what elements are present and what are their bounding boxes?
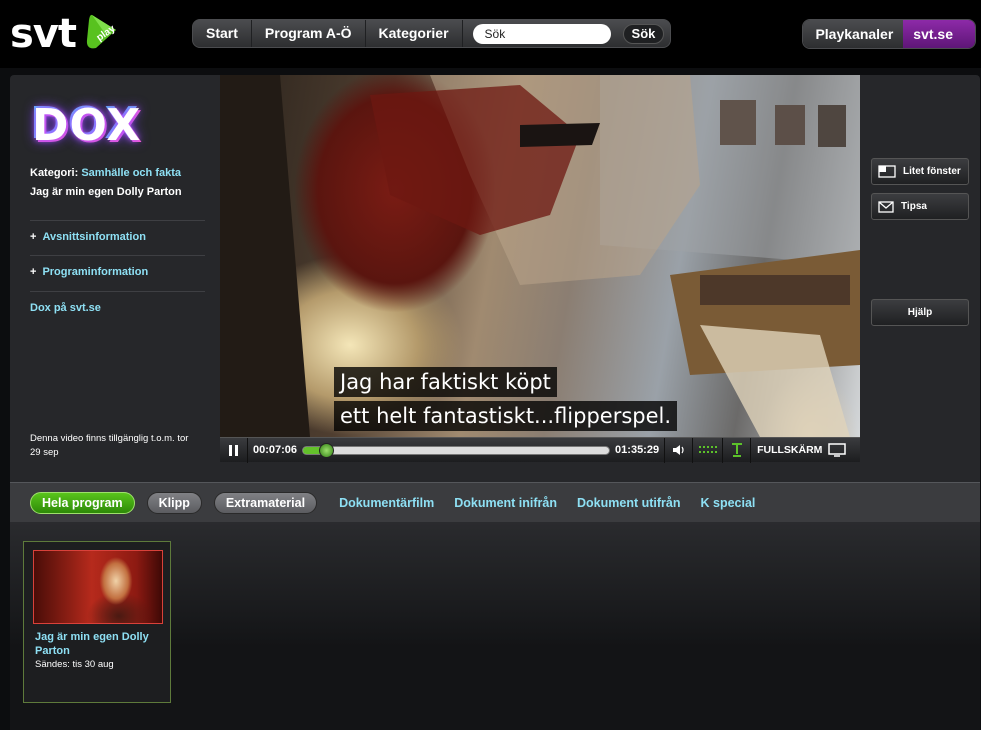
plus-icon: + — [30, 266, 37, 278]
nav-kategorier[interactable]: Kategorier — [365, 20, 463, 47]
category: Kategori: Samhälle och fakta — [30, 167, 181, 179]
episode-card-date: Sändes: tis 30 aug — [35, 659, 114, 670]
pause-icon — [229, 444, 238, 456]
quality-dots-icon — [698, 446, 717, 453]
link-dokumentarfilm[interactable]: Dokumentärfilm — [339, 496, 434, 510]
search-bar: Sök — [462, 20, 671, 47]
right-nav: Playkanaler svt.se — [802, 19, 976, 49]
divider — [30, 220, 205, 221]
progress-bar[interactable] — [302, 442, 611, 458]
episode-card-title[interactable]: Jag är min egen Dolly Parton — [35, 630, 165, 658]
player-side-actions: Litet fönster Tipsa Hjälp — [860, 75, 980, 482]
tab-klipp[interactable]: Klipp — [146, 491, 202, 514]
fullscreen-button[interactable]: FULLSKÄRM — [750, 437, 852, 463]
link-dokument-utifran[interactable]: Dokument utifrån — [577, 496, 680, 510]
speaker-icon — [672, 445, 684, 455]
dox-logo: DOX — [32, 100, 142, 151]
link-dokument-inifran[interactable]: Dokument inifrån — [454, 496, 557, 510]
progress-handle[interactable] — [318, 442, 334, 458]
dox-svt-link[interactable]: Dox på svt.se — [30, 302, 101, 314]
subtitle-line: Jag har faktiskt köpt — [334, 367, 557, 397]
playkanaler-link[interactable]: Playkanaler — [803, 20, 904, 48]
episode-card[interactable]: Jag är min egen Dolly Parton Sändes: tis… — [23, 541, 171, 703]
availability-note: Denna video finns tillgänglig t.o.m. tor… — [30, 433, 189, 458]
episode-info-link[interactable]: + Avsnittsinformation — [30, 231, 146, 243]
subtitles-button[interactable] — [722, 437, 750, 463]
small-window-button[interactable]: Litet fönster — [871, 158, 969, 185]
program-info-link[interactable]: + Programinformation — [30, 266, 148, 278]
text-tv-icon — [731, 443, 742, 457]
monitor-icon — [828, 443, 847, 457]
nav-start[interactable]: Start — [193, 20, 252, 47]
category-link[interactable]: Samhälle och fakta — [81, 167, 181, 179]
clip-tabs: Hela program Klipp Extramaterial Dokumen… — [10, 482, 980, 522]
divider — [30, 255, 205, 256]
time-current: 00:07:06 — [253, 444, 298, 456]
program-sidebar: DOX Kategori: Samhälle och fakta Jag är … — [10, 75, 220, 482]
volume-button[interactable] — [664, 437, 692, 463]
time-total: 01:35:29 — [615, 444, 660, 456]
search-input[interactable] — [472, 23, 611, 44]
tab-extramaterial[interactable]: Extramaterial — [213, 491, 318, 514]
subtitles: Jag har faktiskt köpt ett helt fantastis… — [334, 367, 678, 435]
video-frame[interactable]: Jag har faktiskt köpt ett helt fantastis… — [220, 75, 860, 437]
logo-text: svt — [10, 11, 77, 57]
subtitle-line: ett helt fantastiskt...flipperspel. — [334, 401, 678, 431]
svt-play-logo[interactable]: svt play — [10, 10, 120, 58]
svt-se-link[interactable]: svt.se — [903, 20, 975, 48]
search-button[interactable]: Sök — [622, 23, 665, 44]
tab-hela-program[interactable]: Hela program — [30, 491, 135, 514]
episode-thumbnail[interactable] — [33, 550, 163, 624]
main-nav: Start Program A-Ö Kategorier Sök — [192, 19, 672, 48]
nav-program-a-o[interactable]: Program A-Ö — [251, 20, 366, 47]
top-bar: svt play Start Program A-Ö Kategorier Sö… — [0, 0, 981, 68]
popout-window-icon — [878, 164, 896, 178]
episode-title: Jag är min egen Dolly Parton — [30, 186, 182, 198]
plus-icon: + — [30, 231, 37, 243]
player-controls: 00:07:06 01:35:29 FULLSKÄRM — [220, 437, 860, 463]
pause-button[interactable] — [220, 437, 248, 463]
envelope-icon — [878, 200, 894, 213]
help-button[interactable]: Hjälp — [871, 299, 969, 326]
tip-button[interactable]: Tipsa — [871, 193, 969, 220]
link-k-special[interactable]: K special — [701, 496, 756, 510]
divider — [30, 291, 205, 292]
program-meta: Kategori: Samhälle och fakta Jag är min … — [30, 167, 215, 198]
quality-button[interactable] — [692, 437, 722, 463]
